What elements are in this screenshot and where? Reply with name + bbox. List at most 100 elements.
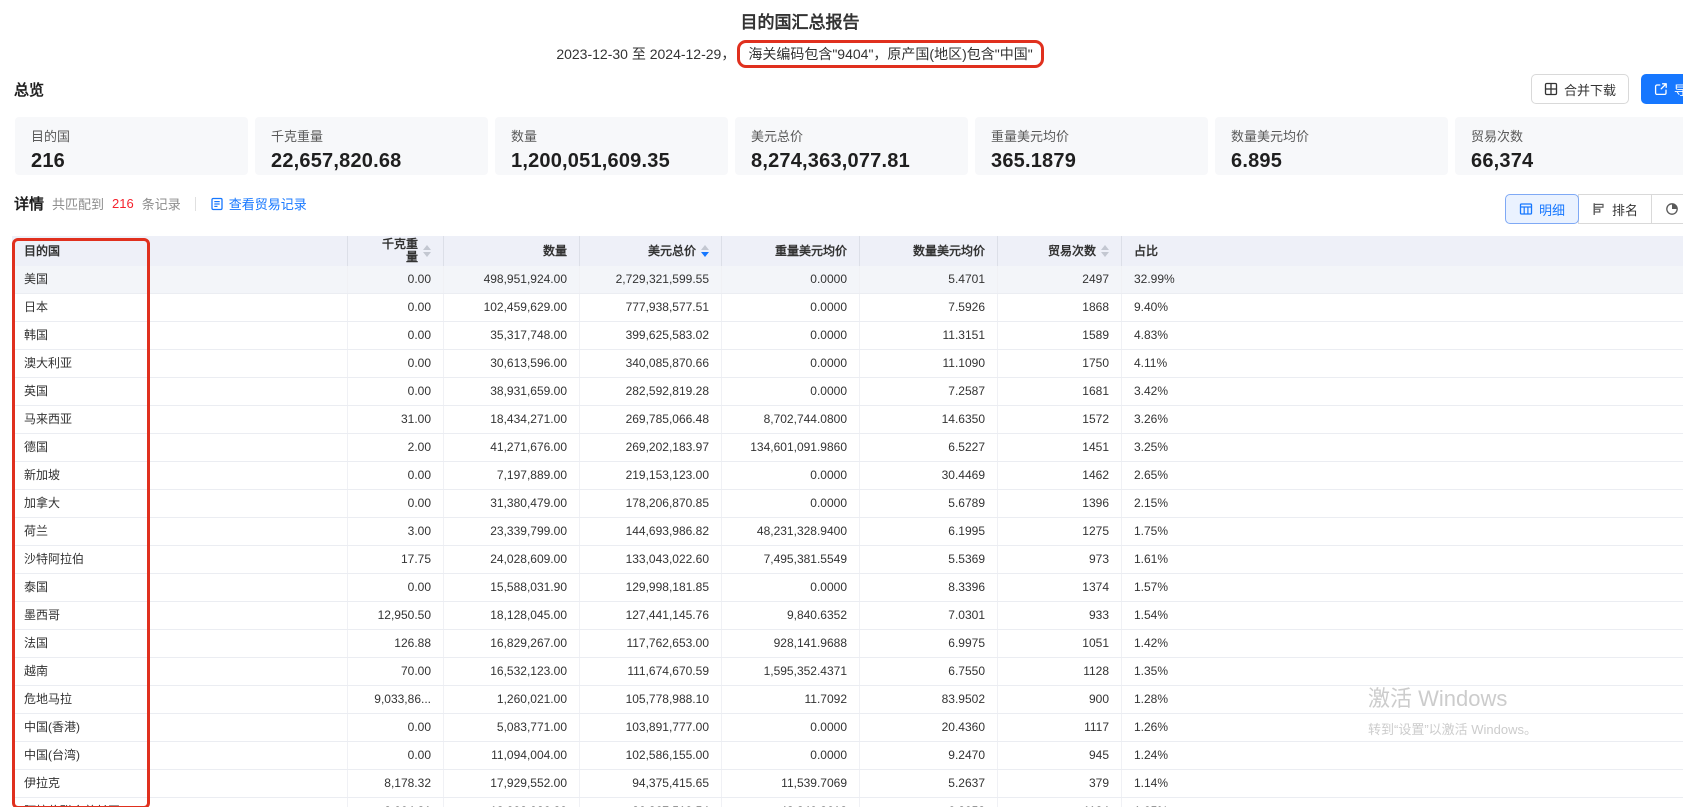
table-row[interactable]: 中国(台湾)0.0011,094,004.00102,586,155.000.0… <box>12 742 1683 770</box>
country-cell: 澳大利亚 <box>12 350 348 377</box>
value-cell: 1,595,352.4371 <box>722 658 860 685</box>
country-cell: 加拿大 <box>12 490 348 517</box>
value-cell: 1,260,021.00 <box>444 686 580 713</box>
table-row[interactable]: 德国2.0041,271,676.00269,202,183.97134,601… <box>12 434 1683 462</box>
destination-report-page: 目的国汇总报告 2023-12-30 至 2024-12-29，海关编码包含"9… <box>0 0 1683 807</box>
sort-caret-up-icon <box>701 245 709 250</box>
value-cell: 0.0000 <box>722 742 860 769</box>
table-row[interactable]: 沙特阿拉伯17.7524,028,609.00133,043,022.607,4… <box>12 546 1683 574</box>
table-row[interactable]: 越南70.0016,532,123.00111,674,670.591,595,… <box>12 658 1683 686</box>
sort-caret-down-icon <box>423 252 431 257</box>
sort-caret-down-icon <box>701 252 709 257</box>
table-row[interactable]: 伊拉克8,178.3217,929,552.0094,375,415.6511,… <box>12 770 1683 798</box>
summary-card-value: 365.1879 <box>991 150 1192 173</box>
table-row[interactable]: 日本0.00102,459,629.00777,938,577.510.0000… <box>12 294 1683 322</box>
column-header-label: 目的国 <box>24 245 60 258</box>
country-cell: 日本 <box>12 294 348 321</box>
value-cell: 3.26% <box>1122 406 1683 433</box>
value-cell: 2.65% <box>1122 462 1683 489</box>
value-cell: 41,271,676.00 <box>444 434 580 461</box>
sort-carets[interactable] <box>1101 245 1109 257</box>
value-cell: 5.2637 <box>860 770 998 797</box>
merge-download-button[interactable]: 合并下载 <box>1531 74 1629 104</box>
table-row[interactable]: 墨西哥12,950.5018,128,045.00127,441,145.769… <box>12 602 1683 630</box>
value-cell: 30,613,596.00 <box>444 350 580 377</box>
matched-suffix: 条记录 <box>142 194 181 213</box>
value-cell: 0.00 <box>348 294 444 321</box>
value-cell: 0.0000 <box>722 462 860 489</box>
value-cell: 83.9502 <box>860 686 998 713</box>
column-header: 占比 <box>1122 236 1683 266</box>
top-actions: 合并下载 导出 <box>1531 74 1683 104</box>
country-cell: 德国 <box>12 434 348 461</box>
table-row[interactable]: 加拿大0.0031,380,479.00178,206,870.850.0000… <box>12 490 1683 518</box>
table-row[interactable]: 马来西亚31.0018,434,271.00269,785,066.488,70… <box>12 406 1683 434</box>
sort-carets[interactable] <box>701 245 709 257</box>
value-cell: 15,588,031.90 <box>444 574 580 601</box>
column-header-label: 占比 <box>1134 245 1158 258</box>
table-row[interactable]: 荷兰3.0023,339,799.00144,693,986.8248,231,… <box>12 518 1683 546</box>
table-row[interactable]: 危地马拉9,033,86...1,260,021.00105,778,988.1… <box>12 686 1683 714</box>
column-header[interactable]: 千克重量 <box>348 236 444 266</box>
view-mode-table[interactable]: 明细 <box>1505 194 1579 224</box>
summary-card: 数量1,200,051,609.35 <box>495 117 728 175</box>
matched-count: 216 <box>112 196 134 211</box>
value-cell: 5.4701 <box>860 266 998 293</box>
value-cell: 13,998,986.89 <box>444 798 580 807</box>
value-cell: 12,950.50 <box>348 602 444 629</box>
value-cell: 4.11% <box>1122 350 1683 377</box>
value-cell: 6.2053 <box>860 798 998 807</box>
value-cell: 4.83% <box>1122 322 1683 349</box>
value-cell: 1572 <box>998 406 1122 433</box>
column-header[interactable]: 美元总价 <box>580 236 722 266</box>
trade-records-icon <box>210 197 224 211</box>
summary-card-label: 目的国 <box>31 126 232 145</box>
view-mode-pie[interactable]: 占比 <box>1651 194 1683 224</box>
table-row[interactable]: 新加坡0.007,197,889.00219,153,123.000.00003… <box>12 462 1683 490</box>
value-cell: 126.88 <box>348 630 444 657</box>
value-cell: 0.0000 <box>722 294 860 321</box>
table-row[interactable]: 澳大利亚0.0030,613,596.00340,085,870.660.000… <box>12 350 1683 378</box>
value-cell: 2,729,321,599.55 <box>580 266 722 293</box>
column-header: 目的国 <box>12 236 348 266</box>
value-cell: 5,083,771.00 <box>444 714 580 741</box>
value-cell: 1.61% <box>1122 546 1683 573</box>
view-trade-records-link[interactable]: 查看贸易记录 <box>210 194 307 213</box>
value-cell: 945 <box>998 742 1122 769</box>
value-cell: 127,441,145.76 <box>580 602 722 629</box>
value-cell: 7.0301 <box>860 602 998 629</box>
view-mode-switcher: 明细排名占比 <box>1505 194 1683 224</box>
value-cell: 1868 <box>998 294 1122 321</box>
value-cell: 777,938,577.51 <box>580 294 722 321</box>
value-cell: 6.7550 <box>860 658 998 685</box>
table-row[interactable]: 韩国0.0035,317,748.00399,625,583.020.00001… <box>12 322 1683 350</box>
value-cell: 269,202,183.97 <box>580 434 722 461</box>
summary-card: 目的国216 <box>15 117 248 175</box>
table-row[interactable]: 英国0.0038,931,659.00282,592,819.280.00007… <box>12 378 1683 406</box>
sort-caret-up-icon <box>423 245 431 250</box>
value-cell: 31.00 <box>348 406 444 433</box>
export-button[interactable]: 导出 <box>1641 74 1683 104</box>
country-cell: 墨西哥 <box>12 602 348 629</box>
table-row[interactable]: 美国0.00498,951,924.002,729,321,599.550.00… <box>12 266 1683 294</box>
value-cell: 48,231,328.9400 <box>722 518 860 545</box>
column-header-label: 数量美元均价 <box>913 245 985 258</box>
column-header[interactable]: 贸易次数 <box>998 236 1122 266</box>
sort-carets[interactable] <box>423 245 431 257</box>
value-cell: 933 <box>998 602 1122 629</box>
value-cell: 219,153,123.00 <box>580 462 722 489</box>
table-row[interactable]: 阿拉伯联合酋长国2,004.3113,998,986.8986,867,519.… <box>12 798 1683 807</box>
country-cell: 中国(台湾) <box>12 742 348 769</box>
value-cell: 1.14% <box>1122 770 1683 797</box>
view-mode-ranking[interactable]: 排名 <box>1578 194 1652 224</box>
value-cell: 900 <box>998 686 1122 713</box>
table-row[interactable]: 法国126.8816,829,267.00117,762,653.00928,1… <box>12 630 1683 658</box>
value-cell: 3.00 <box>348 518 444 545</box>
value-cell: 0.0000 <box>722 350 860 377</box>
table-row[interactable]: 中国(香港)0.005,083,771.00103,891,777.000.00… <box>12 714 1683 742</box>
value-cell: 111,674,670.59 <box>580 658 722 685</box>
value-cell: 94,375,415.65 <box>580 770 722 797</box>
value-cell: 1128 <box>998 658 1122 685</box>
value-cell: 32.99% <box>1122 266 1683 293</box>
table-row[interactable]: 泰国0.0015,588,031.90129,998,181.850.00008… <box>12 574 1683 602</box>
